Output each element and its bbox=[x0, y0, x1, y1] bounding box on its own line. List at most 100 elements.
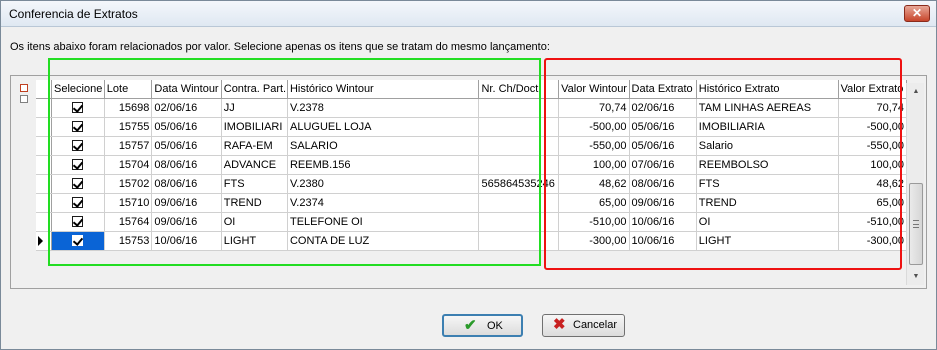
cell-lote: 15704 bbox=[104, 155, 153, 175]
cell-historico-extrato: REEMBOLSO bbox=[696, 155, 839, 175]
cell-contra-part: TREND bbox=[221, 193, 288, 213]
scrollbar-thumb[interactable] bbox=[909, 183, 923, 265]
checkbox-checked[interactable] bbox=[72, 197, 84, 209]
col-header-historico-wintour[interactable]: Histórico Wintour bbox=[287, 80, 480, 99]
cell-historico-wintour: V.2380 bbox=[287, 174, 480, 194]
row-checkbox[interactable] bbox=[51, 136, 105, 156]
cell-contra-part: FTS bbox=[221, 174, 288, 194]
grid-filter-icon[interactable] bbox=[20, 95, 28, 103]
row-indicator bbox=[36, 117, 53, 137]
row-indicator bbox=[36, 98, 53, 118]
cell-valor-wintour: -300,00 bbox=[558, 231, 630, 251]
cell-historico-wintour: V.2378 bbox=[287, 98, 480, 118]
table-row[interactable]: 15755 05/06/16 IMOBILIARI ALUGUEL LOJA -… bbox=[36, 117, 908, 137]
cell-contra-part: OI bbox=[221, 212, 288, 232]
checkbox-checked[interactable] bbox=[72, 121, 84, 133]
cell-valor-extrato: 100,00 bbox=[838, 155, 908, 175]
ok-button[interactable]: ✔ OK bbox=[442, 314, 523, 337]
cell-nr-ch-doct bbox=[478, 155, 560, 175]
cell-historico-wintour: CONTA DE LUZ bbox=[287, 231, 480, 251]
row-checkbox[interactable] bbox=[51, 174, 105, 194]
checkbox-checked[interactable] bbox=[72, 140, 84, 152]
close-button[interactable]: ✕ bbox=[904, 5, 930, 22]
cell-historico-wintour: V.2374 bbox=[287, 193, 480, 213]
grid-panel: Selecione Lote Data Wintour Contra. Part… bbox=[10, 75, 927, 289]
cell-data-wintour: 05/06/16 bbox=[151, 136, 222, 156]
cell-data-wintour: 09/06/16 bbox=[151, 193, 222, 213]
col-header-historico-extrato[interactable]: Histórico Extrato bbox=[696, 80, 839, 99]
checkbox-checked[interactable] bbox=[72, 178, 84, 190]
checkbox-checked[interactable] bbox=[72, 216, 84, 228]
grid-settings-icon[interactable] bbox=[20, 84, 28, 92]
row-checkbox[interactable] bbox=[51, 155, 105, 175]
cell-valor-extrato: -550,00 bbox=[838, 136, 908, 156]
ok-label: OK bbox=[487, 320, 503, 332]
cell-data-wintour: 08/06/16 bbox=[151, 174, 222, 194]
cell-valor-extrato: 48,62 bbox=[838, 174, 908, 194]
cell-historico-extrato: OI bbox=[696, 212, 839, 232]
cell-data-extrato: 10/06/16 bbox=[629, 212, 697, 232]
checkbox-checked[interactable] bbox=[72, 235, 84, 247]
matches-grid: Selecione Lote Data Wintour Contra. Part… bbox=[36, 80, 908, 251]
instruction-text: Os itens abaixo foram relacionados por v… bbox=[10, 41, 550, 53]
cell-lote: 15698 bbox=[104, 98, 153, 118]
cell-valor-extrato: -500,00 bbox=[838, 117, 908, 137]
row-checkbox[interactable] bbox=[51, 193, 105, 213]
table-row[interactable]: 15757 05/06/16 RAFA-EM SALARIO -550,00 0… bbox=[36, 136, 908, 156]
cell-valor-extrato: -300,00 bbox=[838, 231, 908, 251]
cell-historico-wintour: SALARIO bbox=[287, 136, 480, 156]
col-header-contra-part[interactable]: Contra. Part. bbox=[221, 80, 288, 99]
cell-historico-extrato: IMOBILIARIA bbox=[696, 117, 839, 137]
cell-contra-part: ADVANCE bbox=[221, 155, 288, 175]
cell-data-extrato: 09/06/16 bbox=[629, 193, 697, 213]
cell-historico-wintour: TELEFONE OI bbox=[287, 212, 480, 232]
cell-data-wintour: 09/06/16 bbox=[151, 212, 222, 232]
checkbox-checked[interactable] bbox=[72, 102, 84, 114]
cell-contra-part: IMOBILIARI bbox=[221, 117, 288, 137]
cell-valor-wintour: -510,00 bbox=[558, 212, 630, 232]
cell-data-wintour: 10/06/16 bbox=[151, 231, 222, 251]
table-row[interactable]: 15704 08/06/16 ADVANCE REEMB.156 100,00 … bbox=[36, 155, 908, 175]
row-indicator-current bbox=[36, 231, 53, 251]
col-header-selecione[interactable]: Selecione bbox=[51, 80, 105, 99]
cell-lote: 15757 bbox=[104, 136, 153, 156]
scroll-up-icon[interactable]: ▲ bbox=[907, 83, 925, 100]
col-header-valor-wintour[interactable]: Valor Wintour bbox=[558, 80, 630, 99]
cell-historico-extrato: LIGHT bbox=[696, 231, 839, 251]
scroll-down-icon[interactable]: ▼ bbox=[907, 268, 925, 285]
cancel-button[interactable]: ✖ Cancelar bbox=[542, 314, 625, 337]
cell-valor-extrato: -510,00 bbox=[838, 212, 908, 232]
table-row[interactable]: 15698 02/06/16 JJ V.2378 70,74 02/06/16 … bbox=[36, 98, 908, 118]
cell-lote: 15710 bbox=[104, 193, 153, 213]
row-indicator bbox=[36, 136, 53, 156]
check-icon: ✔ bbox=[464, 317, 477, 334]
cell-nr-ch-doct: 565864535246 bbox=[478, 174, 560, 194]
cell-contra-part: LIGHT bbox=[221, 231, 288, 251]
vertical-scrollbar[interactable]: ▲ ▼ bbox=[906, 83, 924, 285]
cell-historico-wintour: ALUGUEL LOJA bbox=[287, 117, 480, 137]
cell-data-wintour: 08/06/16 bbox=[151, 155, 222, 175]
table-row[interactable]: 15702 08/06/16 FTS V.2380 565864535246 4… bbox=[36, 174, 908, 194]
row-checkbox[interactable] bbox=[51, 98, 105, 118]
col-header-lote[interactable]: Lote bbox=[104, 80, 153, 99]
window-title: Conferencia de Extratos bbox=[9, 7, 138, 21]
cell-data-extrato: 07/06/16 bbox=[629, 155, 697, 175]
row-checkbox[interactable] bbox=[51, 117, 105, 137]
cell-nr-ch-doct bbox=[478, 231, 560, 251]
checkbox-checked[interactable] bbox=[72, 159, 84, 171]
row-checkbox[interactable] bbox=[51, 212, 105, 232]
row-indicator bbox=[36, 212, 53, 232]
row-checkbox[interactable] bbox=[51, 231, 105, 251]
title-bar: Conferencia de Extratos ✕ bbox=[1, 1, 936, 27]
row-indicator bbox=[36, 174, 53, 194]
table-row[interactable]: 15764 09/06/16 OI TELEFONE OI -510,00 10… bbox=[36, 212, 908, 232]
table-row-current[interactable]: 15753 10/06/16 LIGHT CONTA DE LUZ -300,0… bbox=[36, 231, 908, 251]
col-header-data-extrato[interactable]: Data Extrato bbox=[629, 80, 697, 99]
cell-nr-ch-doct bbox=[478, 212, 560, 232]
cell-data-wintour: 02/06/16 bbox=[151, 98, 222, 118]
col-header-valor-extrato[interactable]: Valor Extrato bbox=[838, 80, 908, 99]
col-header-data-wintour[interactable]: Data Wintour bbox=[151, 80, 222, 99]
col-header-nr-ch-doct[interactable]: Nr. Ch/Doct bbox=[478, 80, 560, 99]
cell-lote: 15755 bbox=[104, 117, 153, 137]
table-row[interactable]: 15710 09/06/16 TREND V.2374 65,00 09/06/… bbox=[36, 193, 908, 213]
